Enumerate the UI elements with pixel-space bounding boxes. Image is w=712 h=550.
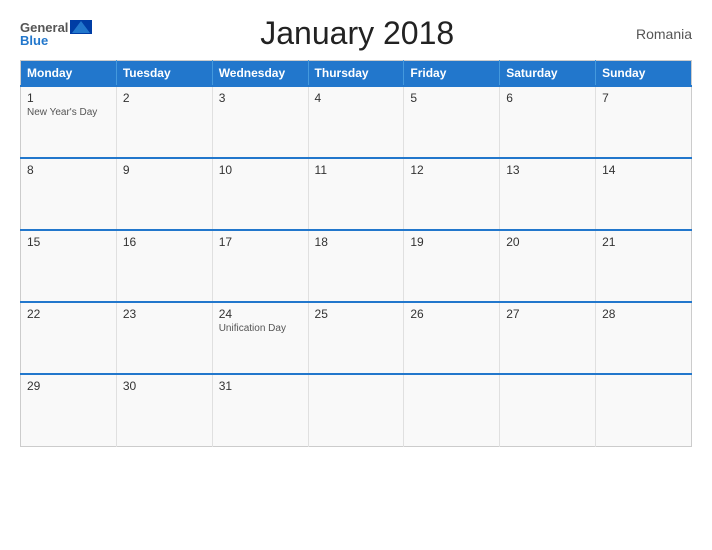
day-number: 25: [315, 307, 398, 321]
col-thursday: Thursday: [308, 61, 404, 87]
calendar-cell: 15: [21, 230, 117, 302]
calendar-cell: 20: [500, 230, 596, 302]
calendar-cell: 21: [596, 230, 692, 302]
calendar-cell: 28: [596, 302, 692, 374]
day-number: 7: [602, 91, 685, 105]
holiday-label: Unification Day: [219, 323, 302, 334]
calendar-cell: 12: [404, 158, 500, 230]
calendar-cell: [596, 374, 692, 446]
country-label: Romania: [622, 26, 692, 42]
calendar-cell: 11: [308, 158, 404, 230]
col-wednesday: Wednesday: [212, 61, 308, 87]
calendar-cell: 31: [212, 374, 308, 446]
day-number: 21: [602, 235, 685, 249]
calendar-cell: 23: [116, 302, 212, 374]
day-number: 30: [123, 379, 206, 393]
holiday-label: New Year's Day: [27, 107, 110, 118]
calendar-week-row: 89 10 11 12 13 14: [21, 158, 692, 230]
day-number: 17: [219, 235, 302, 249]
calendar-body: 1New Year's Day2345678910111213141516171…: [21, 86, 692, 446]
calendar-week-row: 15 16 17 18 19 20 21: [21, 230, 692, 302]
calendar-cell: 14: [596, 158, 692, 230]
calendar-cell: 27: [500, 302, 596, 374]
day-number: 2: [123, 91, 206, 105]
day-number: 28: [602, 307, 685, 321]
calendar-cell: 5: [404, 86, 500, 158]
day-number: 23: [123, 307, 206, 321]
calendar-cell: 2: [116, 86, 212, 158]
calendar-cell: 7: [596, 86, 692, 158]
page-title: January 2018: [92, 15, 622, 52]
logo-blue-text: Blue: [20, 34, 48, 47]
day-number: 3: [219, 91, 302, 105]
calendar-table: Monday Tuesday Wednesday Thursday Friday…: [20, 60, 692, 447]
calendar-cell: 16: [116, 230, 212, 302]
day-number: 27: [506, 307, 589, 321]
calendar-page: General Blue January 2018 Romania Monday…: [0, 0, 712, 550]
logo: General Blue: [20, 20, 92, 47]
calendar-cell: 30: [116, 374, 212, 446]
calendar-cell: 6: [500, 86, 596, 158]
col-saturday: Saturday: [500, 61, 596, 87]
day-number: 16: [123, 235, 206, 249]
calendar-cell: 26: [404, 302, 500, 374]
day-number: 9: [123, 163, 206, 177]
days-of-week-row: Monday Tuesday Wednesday Thursday Friday…: [21, 61, 692, 87]
day-number: 18: [315, 235, 398, 249]
day-number: 1: [27, 91, 110, 105]
calendar-cell: 1 New Year's Day: [21, 86, 117, 158]
calendar-cell: 29: [21, 374, 117, 446]
day-number: 29: [27, 379, 110, 393]
day-number: 31: [219, 379, 302, 393]
col-friday: Friday: [404, 61, 500, 87]
col-monday: Monday: [21, 61, 117, 87]
day-number: 14: [602, 163, 685, 177]
day-number: 26: [410, 307, 493, 321]
logo-general-text: General: [20, 21, 68, 34]
day-number: 22: [27, 307, 110, 321]
calendar-week-row: 29 30 31: [21, 374, 692, 446]
calendar-cell: 22: [21, 302, 117, 374]
calendar-cell: 19: [404, 230, 500, 302]
day-number: 12: [410, 163, 493, 177]
calendar-cell: 8: [21, 158, 117, 230]
day-number: 15: [27, 235, 110, 249]
day-number: 20: [506, 235, 589, 249]
day-number: 13: [506, 163, 589, 177]
calendar-cell: 13: [500, 158, 596, 230]
day-number: 24: [219, 307, 302, 321]
calendar-cell: [404, 374, 500, 446]
calendar-cell: [308, 374, 404, 446]
calendar-cell: 4: [308, 86, 404, 158]
day-number: 19: [410, 235, 493, 249]
calendar-cell: 18: [308, 230, 404, 302]
day-number: 11: [315, 163, 398, 177]
logo-flag-icon: [70, 20, 92, 34]
calendar-cell: [500, 374, 596, 446]
day-number: 8: [27, 163, 110, 177]
calendar-header: Monday Tuesday Wednesday Thursday Friday…: [21, 61, 692, 87]
calendar-cell: 24 Unification Day: [212, 302, 308, 374]
day-number: 10: [219, 163, 302, 177]
calendar-week-row: 22 23 24 Unification Day 25 26 27 28: [21, 302, 692, 374]
calendar-cell: 3: [212, 86, 308, 158]
day-number: 5: [410, 91, 493, 105]
day-number: 4: [315, 91, 398, 105]
page-header: General Blue January 2018 Romania: [20, 15, 692, 52]
calendar-cell: 9: [116, 158, 212, 230]
calendar-cell: 17: [212, 230, 308, 302]
calendar-week-row: 1 New Year's Day 234567: [21, 86, 692, 158]
calendar-cell: 10: [212, 158, 308, 230]
calendar-cell: 25: [308, 302, 404, 374]
day-number: 6: [506, 91, 589, 105]
col-tuesday: Tuesday: [116, 61, 212, 87]
col-sunday: Sunday: [596, 61, 692, 87]
